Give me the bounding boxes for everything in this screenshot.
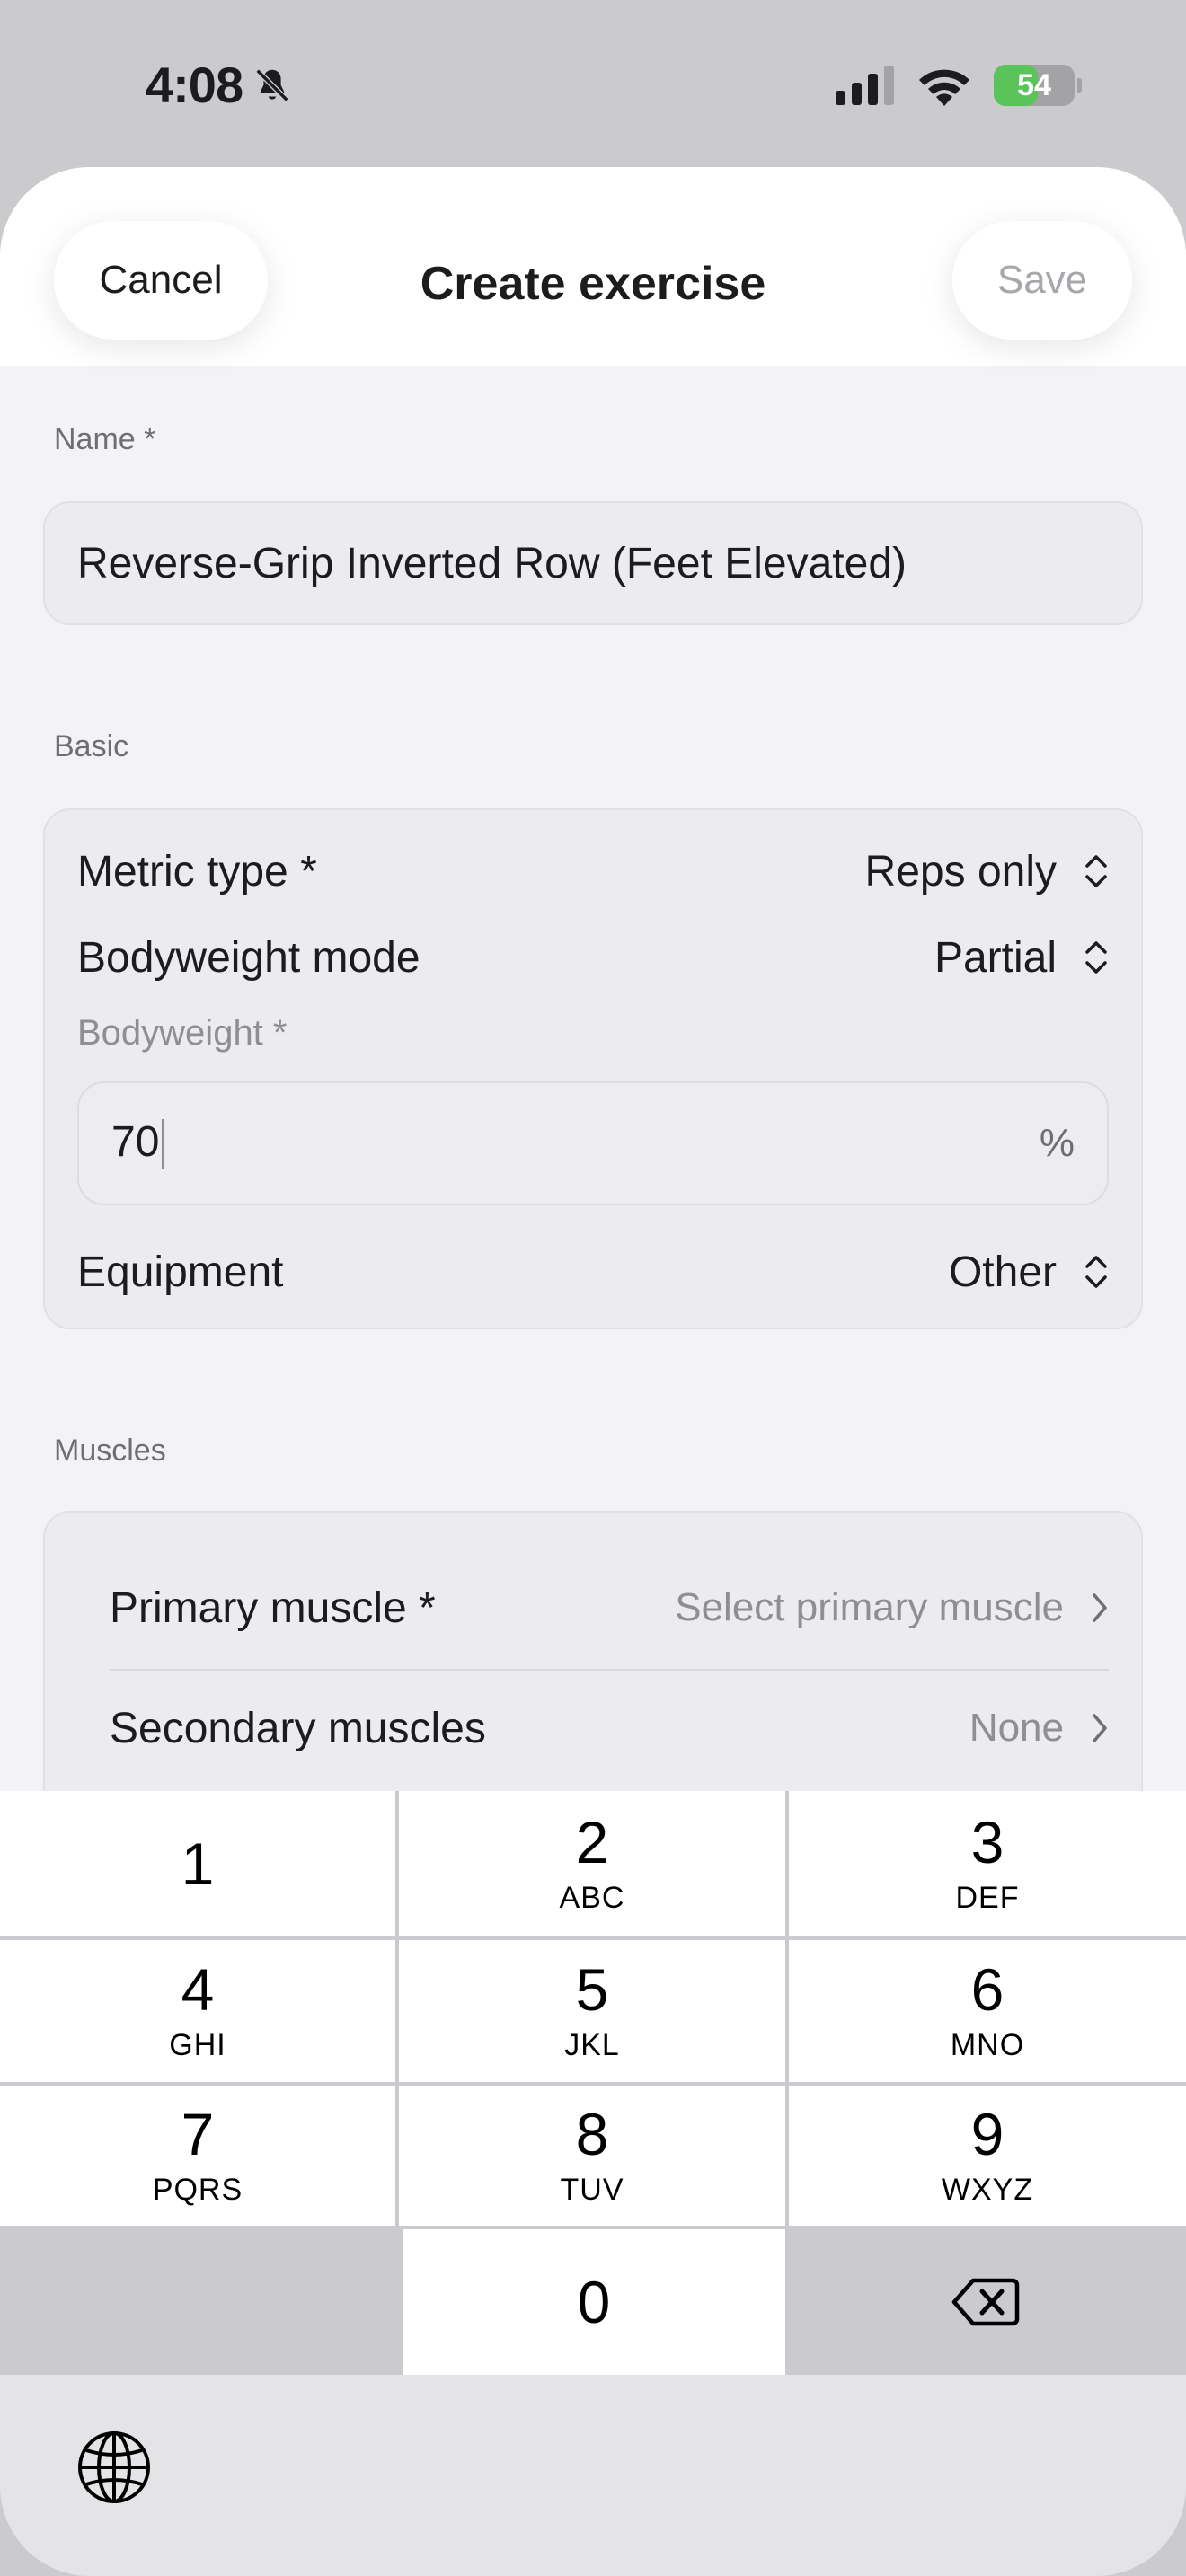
backspace-icon	[951, 2278, 1020, 2326]
battery-nub	[1077, 78, 1082, 93]
bodyweight-label: Bodyweight *	[77, 1013, 288, 1053]
chevron-up-down-icon	[1085, 855, 1107, 887]
equipment-picker[interactable]: Other	[949, 1248, 1109, 1297]
numeric-keypad: 1 2 ABC 3 DEF 4 GHI 5 JKL 6 MNO 7 PQRS 8…	[0, 1791, 1186, 2576]
key-letters: JKL	[564, 2027, 620, 2062]
key-digit: 7	[181, 2100, 215, 2167]
bodyweight-unit: %	[1039, 1121, 1075, 1165]
chevron-up-down-icon	[1085, 1256, 1107, 1288]
metric-type-row[interactable]: Metric type * Reps only	[77, 835, 1109, 907]
bodyweight-input[interactable]: 70 %	[77, 1081, 1109, 1205]
bodyweight-mode-row[interactable]: Bodyweight mode Partial	[77, 922, 1109, 993]
screen: 4:08 54 Cancel Create exercise Save Name…	[0, 0, 1186, 2576]
secondary-muscles-row[interactable]: Secondary muscles None	[110, 1683, 1109, 1773]
metric-type-value: Reps only	[864, 847, 1057, 895]
bodyweight-value: 70	[111, 1117, 160, 1166]
bodyweight-mode-label: Bodyweight mode	[77, 933, 420, 982]
status-icons: 54	[836, 65, 1082, 106]
basic-card: Metric type * Reps only Bodyweight mode …	[43, 808, 1143, 1329]
equipment-row[interactable]: Equipment Other	[77, 1236, 1109, 1308]
name-input-value: Reverse-Grip Inverted Row (Feet Elevated…	[77, 539, 907, 587]
primary-muscle-selector[interactable]: Select primary muscle	[675, 1585, 1109, 1630]
key-letters: PQRS	[152, 2172, 243, 2207]
key-digit: 6	[970, 1955, 1005, 2023]
key-letters: MNO	[950, 2027, 1025, 2062]
name-section-label: Name *	[54, 422, 156, 456]
sheet-header: Cancel Create exercise Save	[0, 167, 1186, 366]
bodyweight-input-text: 70	[111, 1117, 165, 1170]
key-8[interactable]: 8 TUV	[399, 2086, 785, 2226]
battery-charging-icon: 54	[994, 65, 1082, 106]
key-2[interactable]: 2 ABC	[399, 1791, 785, 1936]
key-digit: 1	[181, 1831, 215, 1897]
status-bar: 4:08 54	[0, 0, 1186, 167]
key-digit: 8	[575, 2100, 609, 2167]
secondary-muscles-label: Secondary muscles	[110, 1704, 486, 1752]
key-digit: 5	[575, 1955, 609, 2023]
primary-muscle-row[interactable]: Primary muscle * Select primary muscle	[110, 1563, 1109, 1653]
key-letters: ABC	[559, 1880, 625, 1915]
bell-slash-icon	[255, 68, 289, 101]
save-button[interactable]: Save	[952, 221, 1132, 340]
primary-muscle-label: Primary muscle *	[110, 1584, 436, 1632]
key-letters: DEF	[955, 1880, 1020, 1915]
metric-type-label: Metric type *	[77, 847, 317, 895]
key-letters: WXYZ	[941, 2172, 1034, 2207]
key-5[interactable]: 5 JKL	[399, 1940, 785, 2082]
key-0[interactable]: 0	[403, 2229, 785, 2375]
key-digit: 2	[575, 1808, 609, 1875]
muscles-section-label: Muscles	[54, 1434, 166, 1468]
metric-type-picker[interactable]: Reps only	[865, 847, 1109, 896]
equipment-label: Equipment	[77, 1248, 284, 1296]
secondary-muscles-value: None	[969, 1706, 1064, 1750]
secondary-muscles-selector[interactable]: None	[969, 1706, 1109, 1751]
basic-section-label: Basic	[54, 729, 129, 763]
cellular-signal-icon	[836, 66, 894, 105]
chevron-right-icon	[1093, 1714, 1107, 1742]
key-6[interactable]: 6 MNO	[789, 1940, 1186, 2082]
keyboard-bottom-bar	[0, 2375, 1186, 2576]
key-digit: 0	[577, 2269, 611, 2335]
time-text: 4:08	[146, 57, 243, 113]
status-time: 4:08	[146, 56, 293, 114]
key-digit: 9	[970, 2100, 1005, 2167]
key-digit: 3	[970, 1808, 1005, 1875]
key-digit: 4	[181, 1955, 215, 2023]
name-input[interactable]: Reverse-Grip Inverted Row (Feet Elevated…	[43, 501, 1143, 625]
chevron-right-icon	[1093, 1593, 1107, 1622]
wifi-icon	[919, 69, 969, 106]
globe-icon[interactable]	[75, 2429, 153, 2506]
delete-key[interactable]	[785, 2229, 1186, 2375]
chevron-up-down-icon	[1085, 941, 1107, 974]
key-3[interactable]: 3 DEF	[789, 1791, 1186, 1936]
key-empty	[0, 2229, 399, 2375]
muscles-divider	[110, 1669, 1109, 1671]
text-cursor	[162, 1119, 165, 1170]
bodyweight-mode-picker[interactable]: Partial	[934, 933, 1109, 983]
key-7[interactable]: 7 PQRS	[0, 2086, 395, 2226]
key-9[interactable]: 9 WXYZ	[789, 2086, 1186, 2226]
equipment-value: Other	[948, 1248, 1057, 1296]
key-letters: TUV	[560, 2172, 624, 2207]
key-1[interactable]: 1	[0, 1791, 395, 1936]
battery-percent: 54	[1017, 67, 1051, 102]
key-letters: GHI	[169, 2027, 226, 2062]
bodyweight-mode-value: Partial	[934, 933, 1057, 982]
primary-muscle-value: Select primary muscle	[675, 1585, 1064, 1629]
key-4[interactable]: 4 GHI	[0, 1940, 395, 2082]
